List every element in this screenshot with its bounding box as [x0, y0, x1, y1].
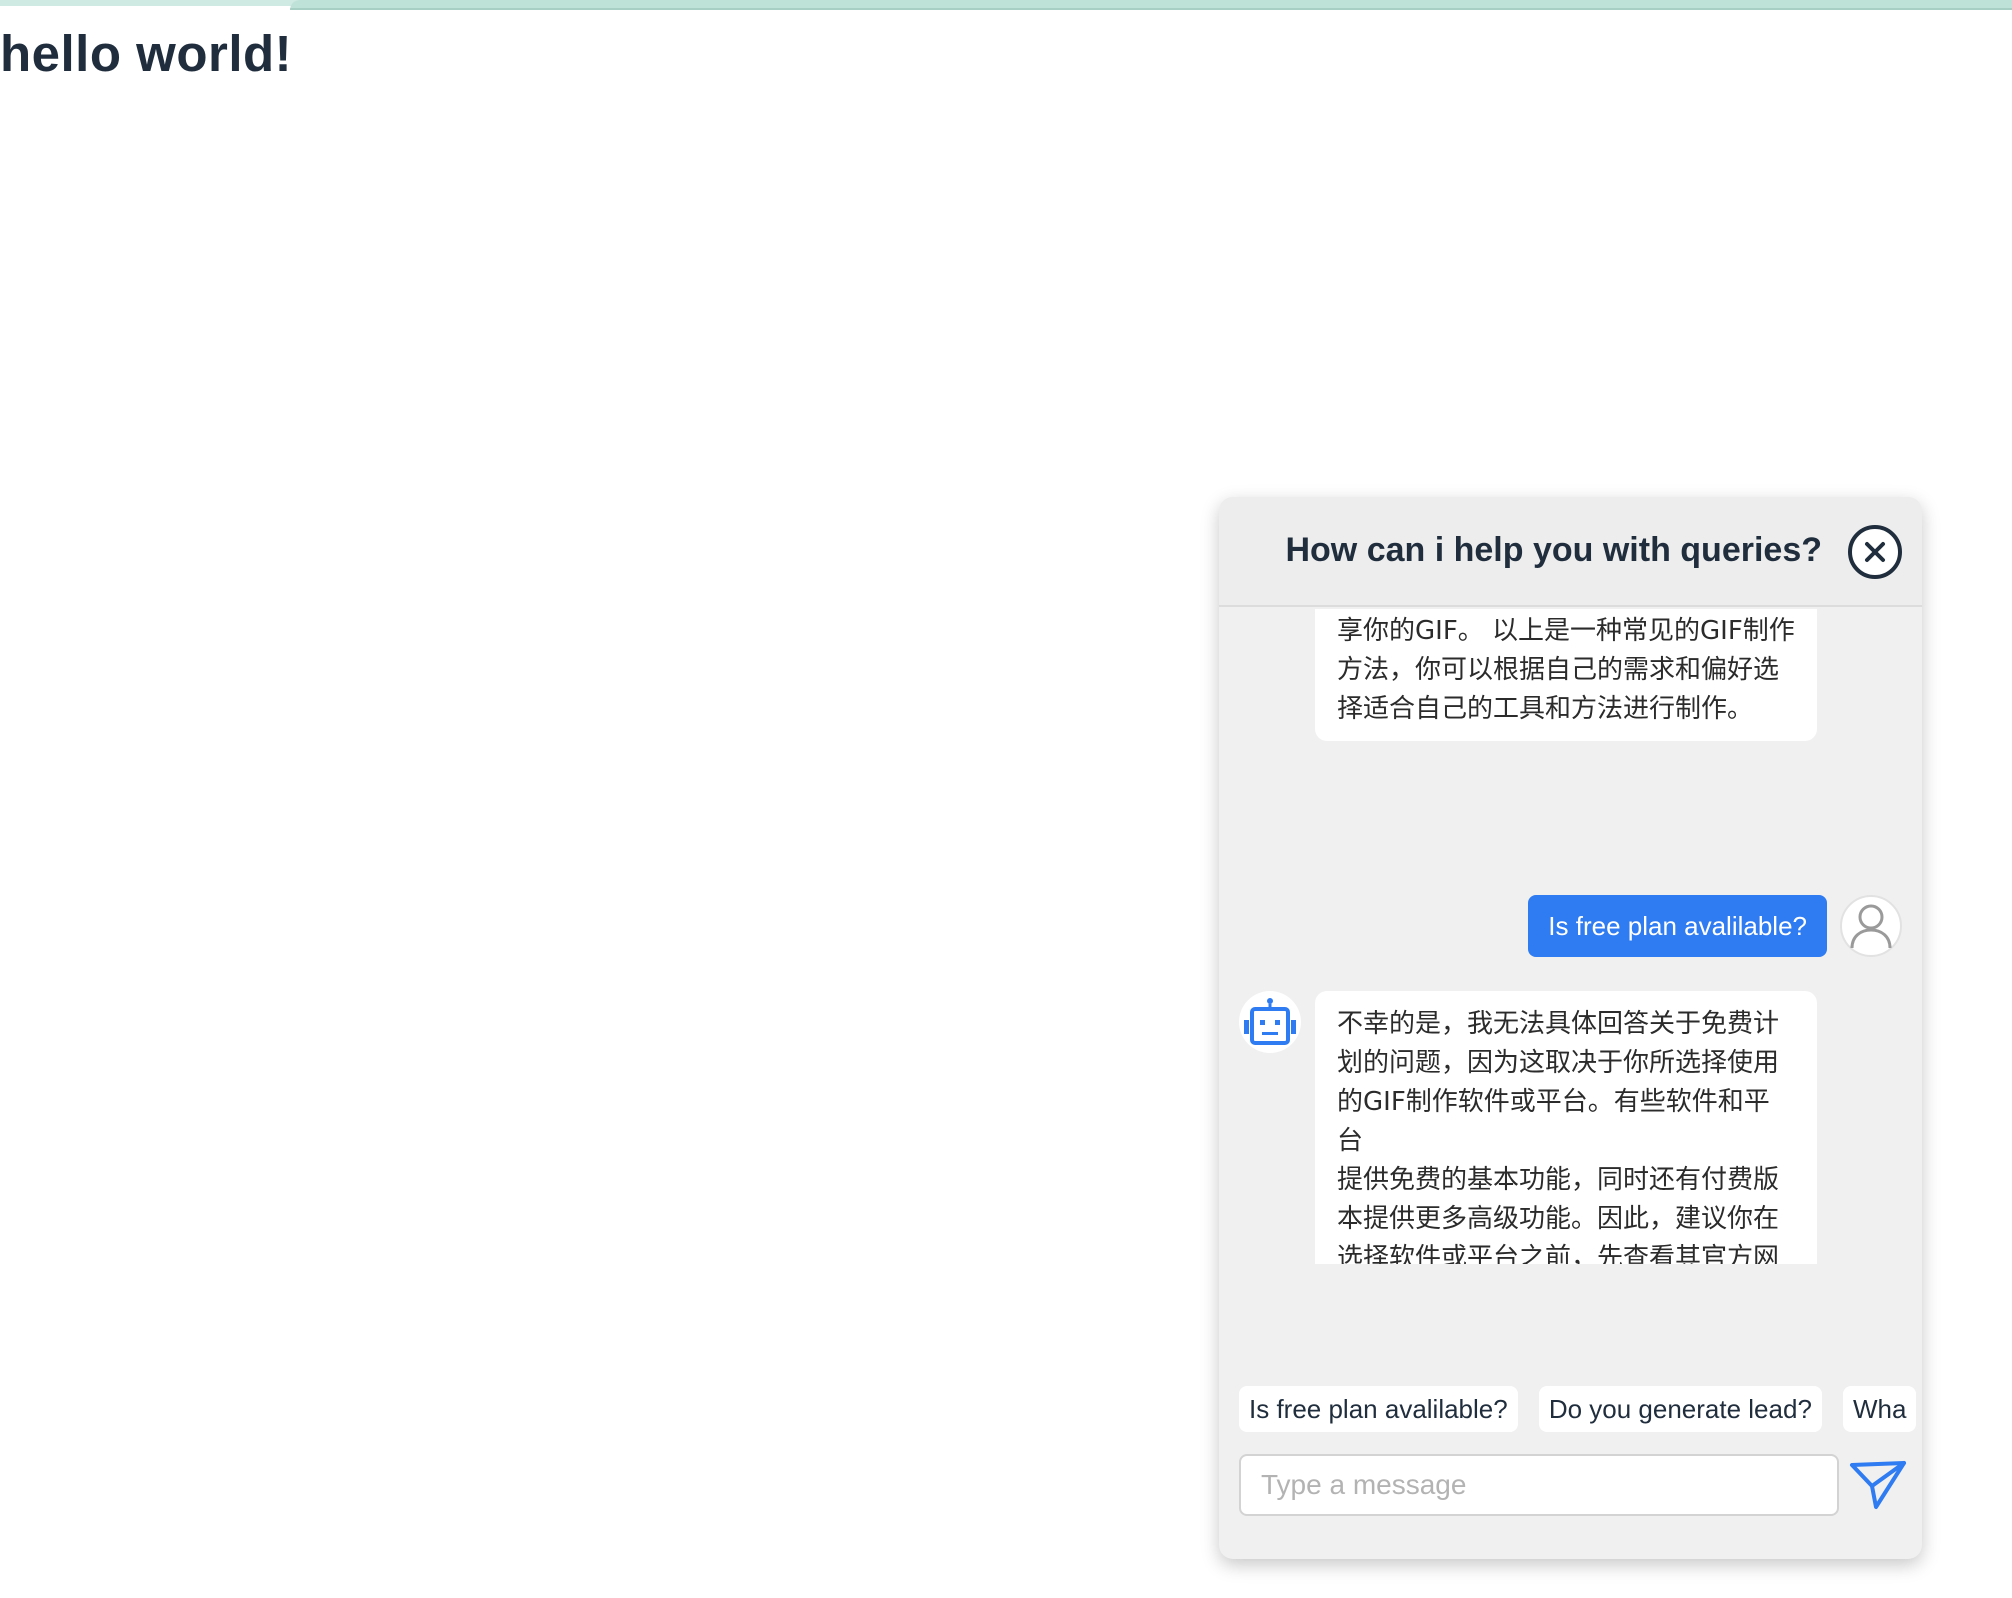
chat-title: How can i help you with queries?	[1285, 531, 1822, 569]
message-line: 提供免费的基本功能，同时还有付费版	[1337, 1165, 1780, 1195]
page-heading: hello world!	[0, 25, 293, 82]
user-avatar-icon	[1840, 895, 1902, 957]
message-line: 择适合自己的工具和方法进行制作。	[1337, 694, 1754, 724]
suggestion-chips: Is free plan avalilable? Do you generate…	[1239, 1386, 1922, 1434]
message-list[interactable]: 能是需要选择GIF的大小、帧率等参数。7. 保存和分享：选择保存路径，并将制作好…	[1219, 609, 1922, 1264]
suggestion-chip[interactable]: Do you generate lead?	[1538, 1386, 1822, 1432]
message-line: 本提供更多高级功能。因此，建议你在	[1337, 1204, 1780, 1234]
bot-message: 能是需要选择GIF的大小、帧率等参数。7. 保存和分享：选择保存路径，并将制作好…	[1315, 609, 1817, 741]
browser-top-strip	[0, 0, 2012, 14]
close-icon[interactable]	[1848, 525, 1902, 579]
message-line: 不幸的是，我无法具体回答关于免费计	[1337, 1009, 1780, 1039]
message-input[interactable]	[1239, 1454, 1839, 1516]
bot-message-text: 能是需要选择GIF的大小、帧率等参数。7. 保存和分享：选择保存路径，并将制作好…	[1337, 609, 1797, 729]
message-line: 选择软件或平台之前，先查看其官方网	[1337, 1243, 1780, 1264]
send-icon[interactable]	[1847, 1455, 1909, 1515]
message-line: 的GIF制作软件或平台。有些软件和平台	[1337, 1087, 1770, 1156]
chat-header: How can i help you with queries?	[1219, 497, 1922, 607]
suggestion-chip[interactable]: Wha	[1843, 1386, 1917, 1432]
message-line: 方法，你可以根据自己的需求和偏好选	[1337, 655, 1780, 685]
bot-message: 不幸的是，我无法具体回答关于免费计 划的问题，因为这取决于你所选择使用的GIF制作…	[1315, 991, 1817, 1264]
user-message: Is free plan avalilable?	[1528, 895, 1827, 957]
tab-edge	[0, 0, 300, 6]
robot-icon	[1239, 991, 1301, 1053]
suggestion-chip[interactable]: Is free plan avalilable?	[1239, 1386, 1518, 1432]
top-border	[290, 0, 2012, 10]
message-line: 享你的GIF。 以上是一种常见的GIF制作	[1337, 616, 1795, 646]
message-line: 划的问题，因为这取决于你所选择使用	[1337, 1048, 1780, 1078]
chat-widget: How can i help you with queries? 能是需要选择G…	[1219, 497, 1922, 1559]
